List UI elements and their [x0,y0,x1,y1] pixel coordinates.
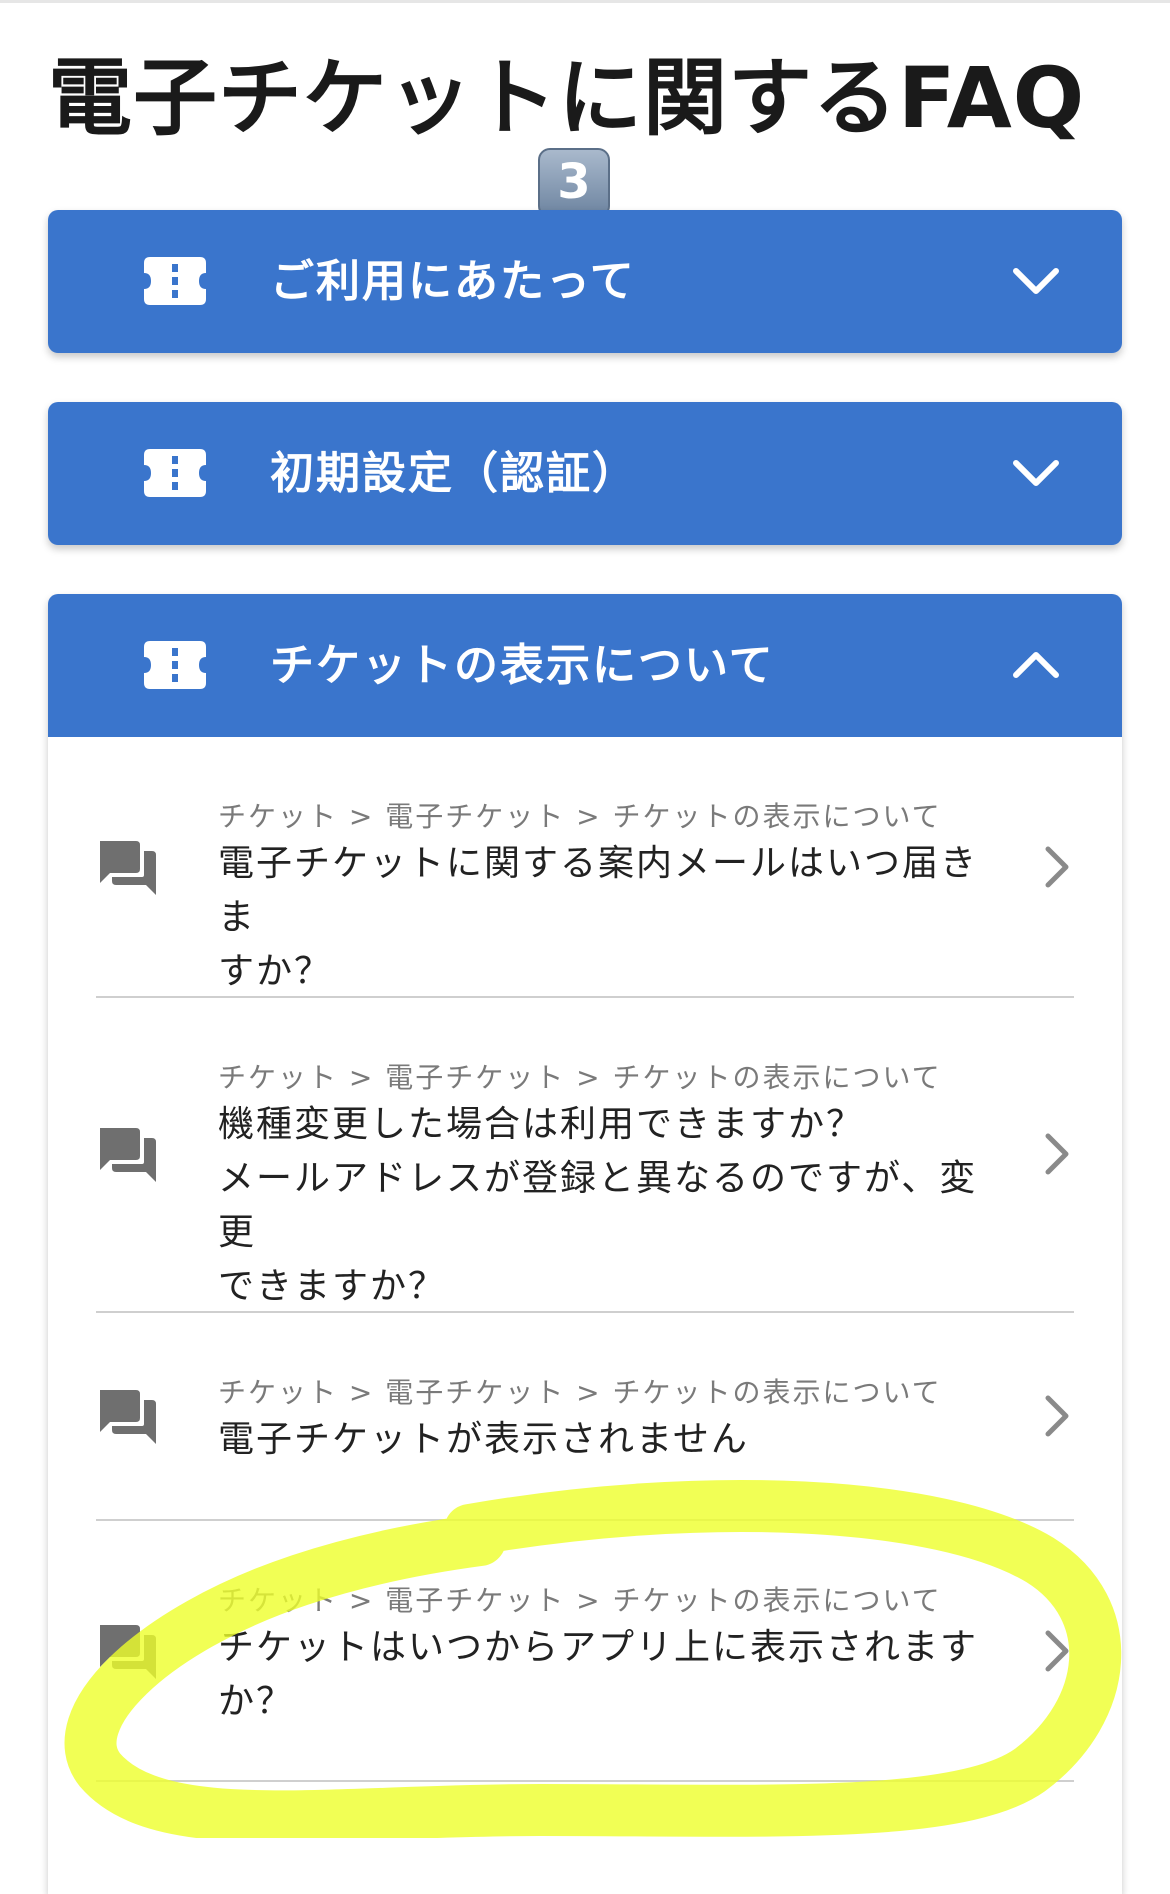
faq-question[interactable]: 機種変更した場合は利用できますか？ メールアドレスが登録と異なるのですが、変更 … [218,1098,984,1314]
faq-question[interactable]: 電子チケットが表示されません [218,1413,984,1467]
chevron-down-icon[interactable] [1010,447,1062,499]
chevron-up-icon[interactable] [1010,639,1062,691]
chevron-down-icon[interactable] [1010,255,1062,307]
faq-item[interactable]: チケット > 電子チケット > チケットの表示について 電子チケットに関する案内… [96,737,1074,998]
faq-question-line: か？ [218,1681,295,1722]
faq-question-line: チケットはいつからアプリ上に表示されます [218,1627,979,1668]
faq-breadcrumb: チケット > 電子チケット > チケットの表示について [218,800,942,833]
chevron-right-icon[interactable] [1040,843,1074,891]
faq-question-line: できますか？ [218,1266,447,1307]
faq-section-usage[interactable]: ご利用にあたって [48,210,1122,353]
faq-breadcrumb: チケット > 電子チケット > チケットの表示について [218,1376,942,1409]
ticket-icon [144,641,206,689]
faq-question-line: メールアドレスが登録と異なるのですが、変更 [218,1158,978,1253]
section-header[interactable]: ご利用にあたって [48,210,1122,353]
top-divider [0,0,1170,3]
faq-list: チケット > 電子チケット > チケットの表示について 電子チケットに関する案内… [48,737,1122,1782]
faq-question[interactable]: 電子チケットに関する案内メールはいつ届きま すか？ [218,837,984,999]
chat-bubbles-icon [100,1390,156,1444]
section-label: チケットの表示について [270,640,775,691]
chevron-right-icon[interactable] [1040,1392,1074,1440]
faq-section-ticket-display[interactable]: チケットの表示について チケット > 電子チケット > チケットの表示について … [48,594,1122,1894]
page-title: 電子チケットに関するFAQ [48,49,1086,147]
faq-question-line: すか？ [218,951,333,992]
faq-breadcrumb: チケット > 電子チケット > チケットの表示について [218,1584,942,1617]
faq-question[interactable]: チケットはいつからアプリ上に表示されます か？ [218,1621,984,1729]
ticket-icon [144,449,206,497]
faq-item[interactable]: チケット > 電子チケット > チケットの表示について チケットはいつからアプリ… [96,1521,1074,1782]
section-header[interactable]: 初期設定（認証） [48,402,1122,545]
chevron-right-icon[interactable] [1040,1130,1074,1178]
section-label: ご利用にあたって [270,256,636,307]
faq-breadcrumb: チケット > 電子チケット > チケットの表示について [218,1061,942,1094]
section-label: 初期設定（認証） [270,448,638,499]
faq-question-line: 電子チケットに関する案内メールはいつ届きま [218,843,979,938]
chat-bubbles-icon [100,841,156,895]
number-badge: 3 [538,148,610,218]
faq-item[interactable]: チケット > 電子チケット > チケットの表示について 電子チケットが表示されま… [96,1313,1074,1521]
faq-item[interactable]: チケット > 電子チケット > チケットの表示について 機種変更した場合は利用で… [96,998,1074,1313]
chat-bubbles-icon [100,1128,156,1182]
faq-question-line: 機種変更した場合は利用できますか？ [218,1104,865,1145]
section-header[interactable]: チケットの表示について [48,594,1122,737]
chevron-right-icon[interactable] [1040,1627,1074,1675]
faq-section-initial-setup[interactable]: 初期設定（認証） [48,402,1122,545]
chat-bubbles-icon [100,1625,156,1679]
ticket-icon [144,257,206,305]
faq-question-line: 電子チケットが表示されません [218,1419,749,1460]
